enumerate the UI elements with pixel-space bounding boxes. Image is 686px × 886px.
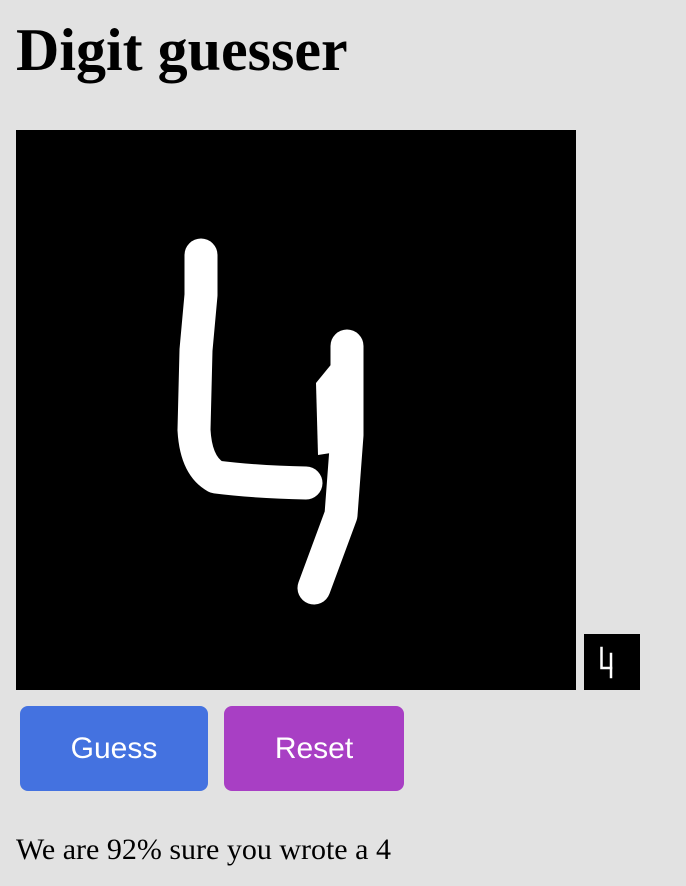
guess-button[interactable]: Guess bbox=[20, 706, 208, 791]
prediction-result: We are 92% sure you wrote a 4 bbox=[16, 833, 391, 866]
digit-preview-thumbnail bbox=[584, 634, 640, 690]
drawing-canvas[interactable] bbox=[16, 130, 576, 690]
handwritten-stroke bbox=[177, 238, 364, 605]
page-title: Digit guesser bbox=[16, 17, 348, 83]
reset-button[interactable]: Reset bbox=[224, 706, 404, 791]
